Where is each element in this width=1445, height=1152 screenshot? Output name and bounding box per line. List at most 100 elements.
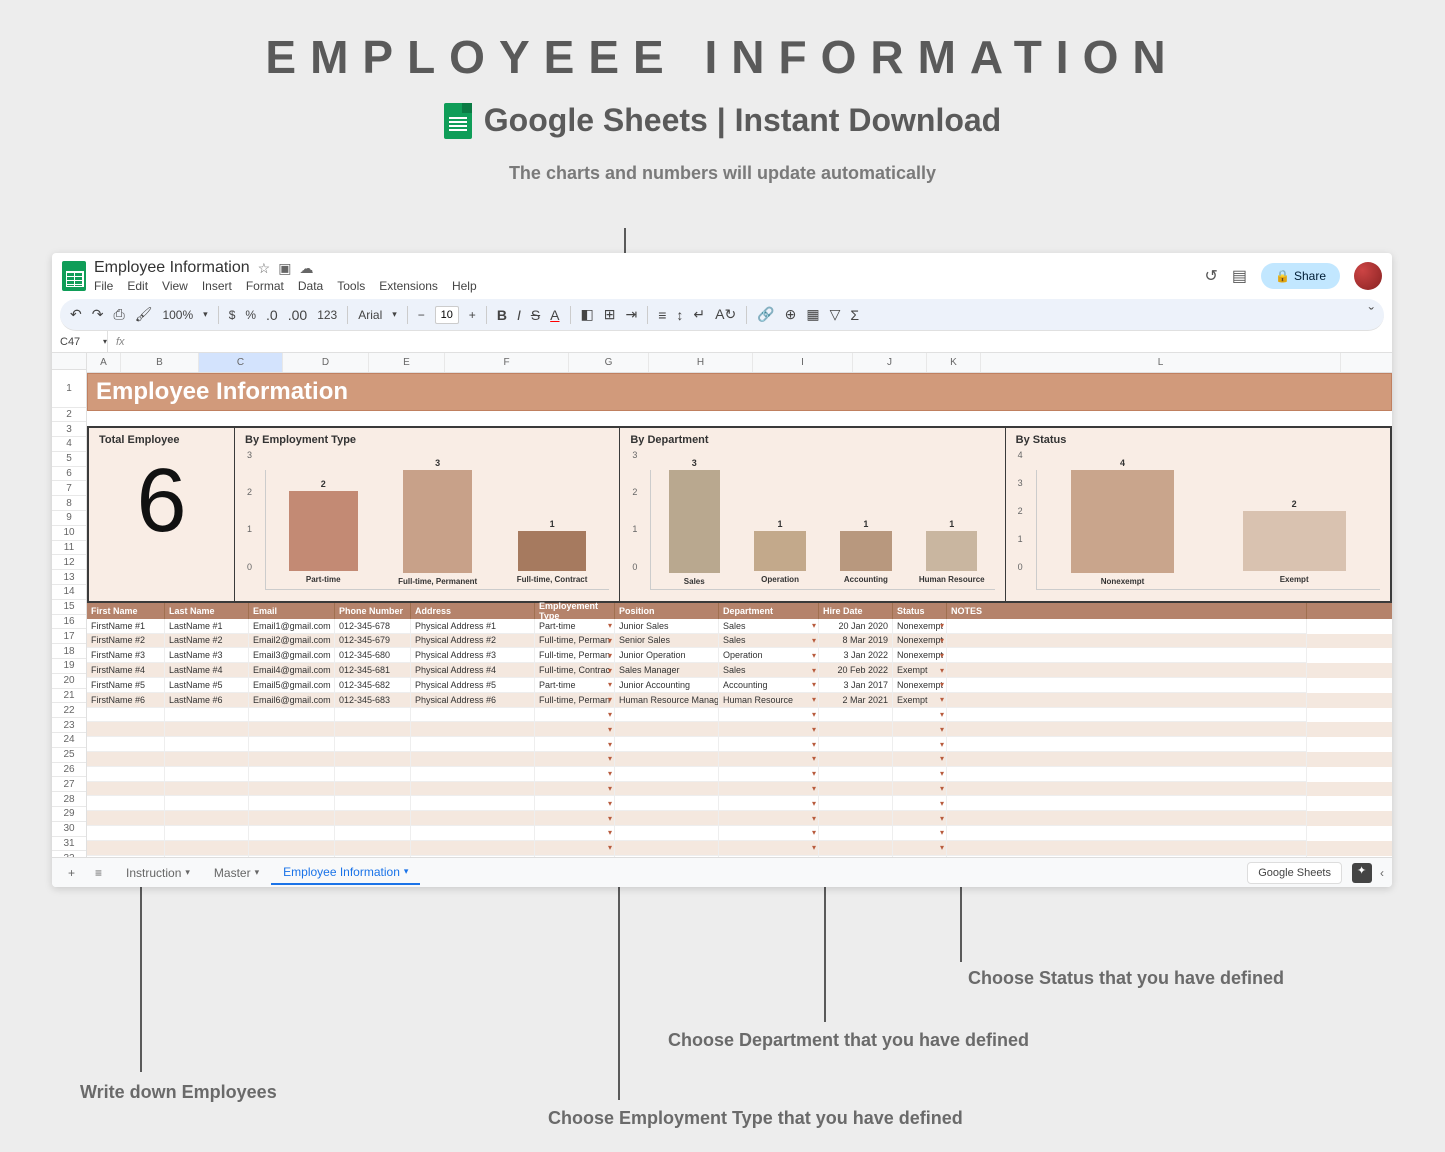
table-cell[interactable]: Nonexempt [893, 634, 947, 649]
table-row-empty[interactable] [87, 767, 1392, 782]
table-cell[interactable]: 20 Jan 2020 [819, 619, 893, 634]
table-header-cell[interactable]: Last Name [165, 603, 249, 619]
column-header-L[interactable]: L [981, 353, 1341, 372]
table-cell[interactable] [249, 841, 335, 856]
table-cell[interactable] [165, 841, 249, 856]
spreadsheet-grid[interactable]: 1234567891011121314151617181920212223242… [52, 353, 1392, 881]
table-cell[interactable]: Email5@gmail.com [249, 678, 335, 693]
table-cell[interactable] [947, 841, 1307, 856]
table-cell[interactable] [947, 752, 1307, 767]
table-cell[interactable] [87, 767, 165, 782]
table-cell[interactable]: 012-345-682 [335, 678, 411, 693]
table-cell[interactable] [335, 796, 411, 811]
table-cell[interactable] [165, 708, 249, 723]
table-cell[interactable] [947, 678, 1307, 693]
table-cell[interactable]: 012-345-680 [335, 648, 411, 663]
format-123-icon[interactable]: 123 [317, 308, 337, 322]
table-cell[interactable] [335, 722, 411, 737]
table-cell[interactable] [87, 841, 165, 856]
increase-decimal-icon[interactable]: .00 [288, 307, 307, 323]
row-header[interactable]: 28 [52, 792, 86, 807]
share-button[interactable]: 🔒Share [1261, 263, 1340, 289]
table-cell[interactable] [165, 737, 249, 752]
table-cell[interactable] [249, 826, 335, 841]
row-header[interactable]: 9 [52, 511, 86, 526]
zoom-selector[interactable]: 100% [162, 308, 193, 322]
comment-icon[interactable]: ▤ [1232, 266, 1247, 286]
table-cell[interactable]: Sales [719, 634, 819, 649]
table-cell[interactable] [893, 826, 947, 841]
table-row-empty[interactable] [87, 782, 1392, 797]
table-cell[interactable] [615, 722, 719, 737]
table-cell[interactable]: LastName #4 [165, 663, 249, 678]
font-selector[interactable]: Arial [358, 308, 382, 322]
row-header[interactable]: 30 [52, 822, 86, 837]
table-header-cell[interactable]: Employement Type [535, 603, 615, 619]
table-cell[interactable]: Full-time, Perman [535, 648, 615, 663]
comment-insert-icon[interactable]: ⊕ [785, 306, 797, 323]
table-cell[interactable] [947, 722, 1307, 737]
print-icon[interactable]: ⎙ [113, 306, 124, 323]
table-cell[interactable]: Physical Address #4 [411, 663, 535, 678]
row-header[interactable]: 29 [52, 807, 86, 822]
table-header-cell[interactable]: Position [615, 603, 719, 619]
column-header-A[interactable]: A [87, 353, 121, 372]
table-cell[interactable] [719, 841, 819, 856]
table-cell[interactable] [719, 796, 819, 811]
bold-icon[interactable]: B [497, 307, 507, 323]
table-cell[interactable]: Junior Accounting [615, 678, 719, 693]
side-panel-toggle-icon[interactable]: ‹ [1380, 866, 1384, 880]
table-cell[interactable] [893, 708, 947, 723]
table-cell[interactable] [819, 782, 893, 797]
column-header-B[interactable]: B [121, 353, 199, 372]
table-cell[interactable] [947, 796, 1307, 811]
table-cell[interactable]: Part-time [535, 619, 615, 634]
currency-icon[interactable]: $ [229, 308, 236, 322]
table-cell[interactable] [411, 708, 535, 723]
row-header[interactable]: 26 [52, 763, 86, 778]
table-cell[interactable] [165, 826, 249, 841]
table-cell[interactable] [411, 841, 535, 856]
table-cell[interactable]: Junior Sales [615, 619, 719, 634]
decrease-decimal-icon[interactable]: .0 [266, 307, 278, 323]
valign-icon[interactable]: ↕ [676, 307, 683, 323]
table-cell[interactable]: FirstName #4 [87, 663, 165, 678]
row-header[interactable]: 21 [52, 689, 86, 704]
table-cell[interactable] [249, 752, 335, 767]
strike-icon[interactable]: S [531, 307, 540, 323]
row-header[interactable]: 19 [52, 659, 86, 674]
table-row-empty[interactable] [87, 841, 1392, 856]
table-cell[interactable] [87, 782, 165, 797]
table-cell[interactable] [249, 796, 335, 811]
row-header[interactable]: 12 [52, 555, 86, 570]
table-cell[interactable] [411, 796, 535, 811]
select-all-corner[interactable] [52, 353, 86, 370]
row-header[interactable]: 2 [52, 408, 86, 423]
column-header-I[interactable]: I [753, 353, 853, 372]
row-header[interactable]: 3 [52, 422, 86, 437]
row-header[interactable]: 23 [52, 718, 86, 733]
table-cell[interactable]: 012-345-678 [335, 619, 411, 634]
table-row-empty[interactable] [87, 722, 1392, 737]
row-header[interactable]: 4 [52, 437, 86, 452]
table-cell[interactable]: 3 Jan 2022 [819, 648, 893, 663]
table-cell[interactable] [249, 722, 335, 737]
table-cell[interactable]: Physical Address #2 [411, 634, 535, 649]
table-cell[interactable] [335, 752, 411, 767]
table-cell[interactable]: LastName #2 [165, 634, 249, 649]
table-cell[interactable] [335, 708, 411, 723]
font-size-input[interactable] [435, 306, 459, 324]
column-header-F[interactable]: F [445, 353, 569, 372]
table-cell[interactable] [719, 811, 819, 826]
table-row-empty[interactable] [87, 708, 1392, 723]
row-header[interactable]: 5 [52, 452, 86, 467]
table-cell[interactable] [719, 826, 819, 841]
all-sheets-button[interactable]: ≡ [87, 862, 110, 884]
sheet-tab[interactable]: Instruction ▾ [114, 861, 202, 885]
table-cell[interactable] [947, 826, 1307, 841]
table-cell[interactable] [947, 767, 1307, 782]
table-cell[interactable] [615, 737, 719, 752]
name-box[interactable]: C47▾ [52, 331, 108, 352]
column-header-H[interactable]: H [649, 353, 753, 372]
chart-icon[interactable]: ▦ [806, 306, 819, 323]
